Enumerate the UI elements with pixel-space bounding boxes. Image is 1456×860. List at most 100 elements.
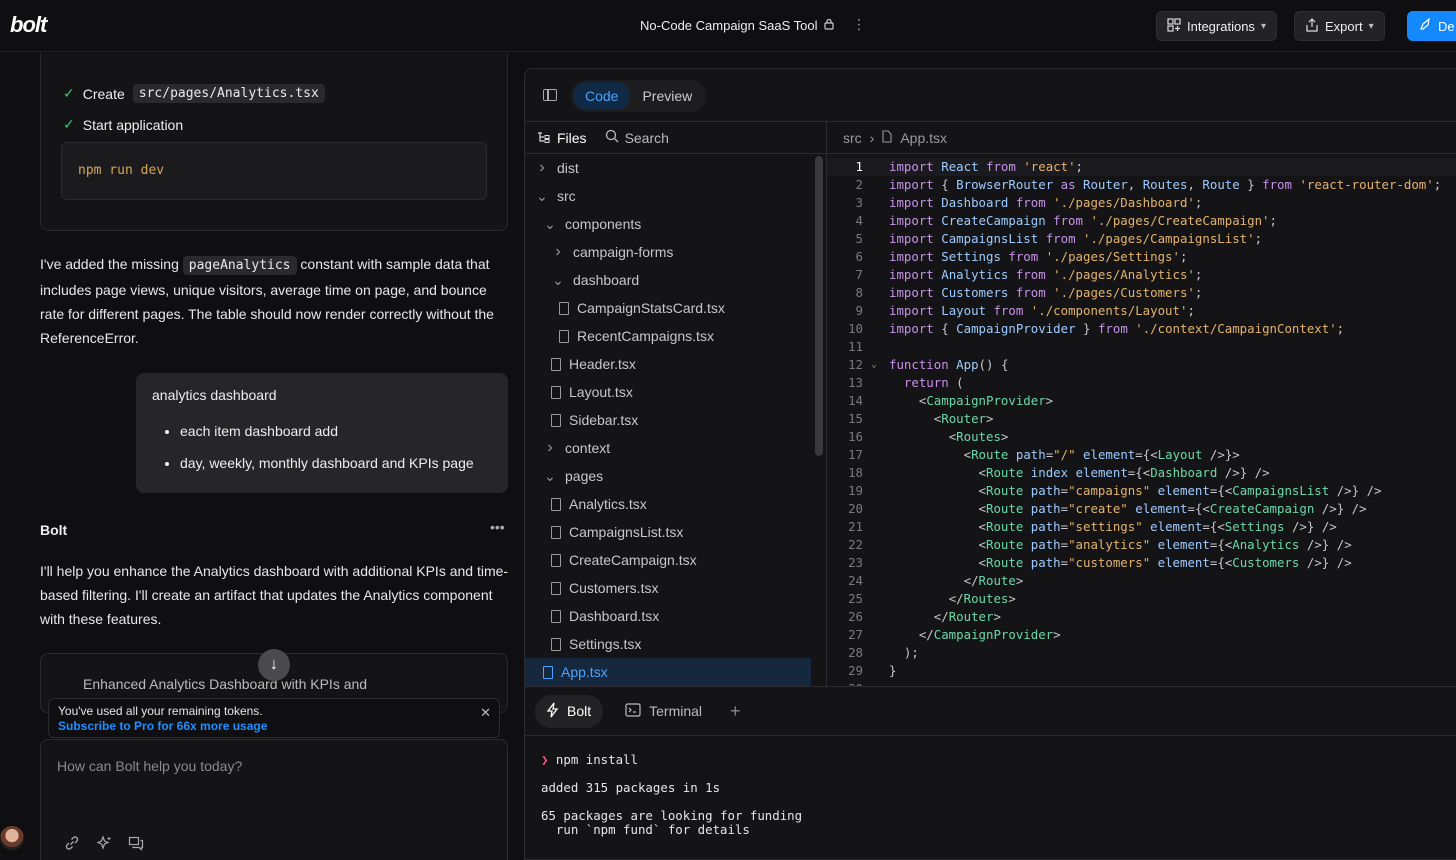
code-line[interactable]: 14 <CampaignProvider> [827,392,1456,410]
line-number: 25 [848,591,863,606]
tree-file[interactable]: Header.tsx [525,350,811,378]
breadcrumb-file[interactable]: App.tsx [900,130,947,146]
deploy-button[interactable]: De [1407,11,1456,41]
tree-file[interactable]: CampaignStatsCard.tsx [525,294,811,322]
line-number: 17 [848,447,863,462]
attach-link-icon[interactable] [63,834,81,852]
chevron-right-icon: › [555,243,561,260]
code-line[interactable]: 15 <Router> [827,410,1456,428]
terminal-icon [625,702,641,720]
tree-item-label: Layout.tsx [569,384,633,400]
chat-input[interactable] [57,758,487,798]
step-file-path: src/pages/Analytics.tsx [132,84,325,103]
tree-file[interactable]: Sidebar.tsx [525,406,811,434]
project-title[interactable]: No-Code Campaign SaaS Tool [640,18,834,33]
breadcrumb-folder[interactable]: src [843,130,862,146]
line-number: 9 [855,303,863,318]
code-editor[interactable]: 1 import React from 'react'; 2 import { Bro… [827,154,1456,686]
code-line[interactable]: 17 <Route path="/" element={<Layout />}> [827,446,1456,464]
code-line[interactable]: 13 return ( [827,374,1456,392]
sidebar-toggle-icon[interactable] [543,89,557,101]
code-text: import React from 'react'; [889,159,1084,174]
tree-file[interactable]: Customers.tsx [525,574,811,602]
scroll-down-button[interactable]: ↓ [258,649,290,681]
tree-file[interactable]: CampaignsList.tsx [525,518,811,546]
code-line[interactable]: 9 import Layout from './components/Layout… [827,302,1456,320]
tree-folder[interactable]: ⌄ src [525,182,811,210]
bolt-logo[interactable]: bolt [10,12,47,38]
tree-item-label: App.tsx [561,664,608,680]
code-text: import Dashboard from './pages/Dashboard… [889,195,1203,210]
tree-item-label: dist [557,160,579,176]
user-message: analytics dashboard each item dashboard … [136,373,508,493]
tree-folder[interactable]: › context [525,434,811,462]
code-line[interactable]: 20 <Route path="create" element={<Create… [827,500,1456,518]
code-line[interactable]: 25 </Routes> [827,590,1456,608]
tab-code[interactable]: Code [573,82,631,110]
code-line[interactable]: 19 <Route path="campaigns" element={<Cam… [827,482,1456,500]
integrations-button[interactable]: Integrations ▾ [1156,11,1277,41]
tree-folder[interactable]: ⌄ dashboard [525,266,811,294]
tree-file[interactable]: RecentCampaigns.tsx [525,322,811,350]
close-icon[interactable]: ✕ [480,705,491,720]
code-line[interactable]: 16 <Routes> [827,428,1456,446]
file-icon [551,413,561,427]
tree-folder[interactable]: › campaign-forms [525,238,811,266]
tree-file[interactable]: App.tsx [525,658,811,686]
code-line[interactable]: 18 <Route index element={<Dashboard />} … [827,464,1456,482]
tree-folder[interactable]: › dist [525,154,811,182]
add-terminal-icon[interactable]: + [730,701,741,722]
code-line[interactable]: 29} [827,662,1456,680]
breadcrumb: src › App.tsx [827,122,1456,154]
tree-scrollbar[interactable] [815,156,823,456]
subscribe-link[interactable]: Subscribe to Pro for 66x more usage [58,719,490,734]
line-number: 24 [848,573,863,588]
project-menu-icon[interactable]: ⋮ [852,16,866,33]
line-number: 4 [855,213,863,228]
workbench: Code Preview Files Search src › App.tsx … [524,68,1456,860]
code-line[interactable]: 3 import Dashboard from './pages/Dashboar… [827,194,1456,212]
line-number: 11 [848,339,863,354]
list-item: day, weekly, monthly dashboard and KPIs … [180,447,492,479]
tab-preview[interactable]: Preview [630,82,704,110]
code-line[interactable]: 28 ); [827,644,1456,662]
code-line[interactable]: 10 import { CampaignProvider } from './co… [827,320,1456,338]
tab-bolt-terminal[interactable]: Bolt [535,694,604,728]
files-tab[interactable]: Files [537,130,587,146]
search-tab[interactable]: Search [605,129,669,146]
export-button[interactable]: Export ▾ [1294,11,1385,41]
code-line[interactable]: 21 <Route path="settings" element={<Sett… [827,518,1456,536]
code-line[interactable]: 24 </Route> [827,572,1456,590]
tree-file[interactable]: Analytics.tsx [525,490,811,518]
code-line[interactable]: 5 import CampaignsList from './pages/Camp… [827,230,1456,248]
enhance-prompt-icon[interactable] [95,834,113,852]
tab-terminal[interactable]: Terminal [613,696,714,727]
code-line[interactable]: 7 import Analytics from './pages/Analytic… [827,266,1456,284]
tree-folder[interactable]: ⌄ pages [525,462,811,490]
line-number: 20 [848,501,863,516]
tree-item-label: Settings.tsx [569,636,642,652]
tree-file[interactable]: Dashboard.tsx [525,602,811,630]
code-line[interactable]: 1 import React from 'react'; [827,158,1456,176]
code-line[interactable]: 6 import Settings from './pages/Settings'… [827,248,1456,266]
code-line[interactable]: 27 </CampaignProvider> [827,626,1456,644]
code-line[interactable]: 4 import CreateCampaign from './pages/Cre… [827,212,1456,230]
tree-item-label: RecentCampaigns.tsx [577,328,714,344]
tree-file[interactable]: Layout.tsx [525,378,811,406]
tree-file[interactable]: CreateCampaign.tsx [525,546,811,574]
code-line[interactable]: 12 ⌄ function App() { [827,356,1456,374]
more-options-icon[interactable]: ••• [490,519,505,535]
code-line[interactable]: 8 import Customers from './pages/Customer… [827,284,1456,302]
terminal-output[interactable]: ❯ npm install added 315 packages in 1s 6… [541,753,802,837]
code-line[interactable]: 23 <Route path="customers" element={<Cus… [827,554,1456,572]
avatar[interactable] [0,826,24,850]
code-line[interactable]: 26 </Router> [827,608,1456,626]
discuss-icon[interactable] [127,834,145,852]
tree-folder[interactable]: ⌄ components [525,210,811,238]
code-line[interactable]: 22 <Route path="analytics" element={<Ana… [827,536,1456,554]
code-line[interactable]: 11 [827,338,1456,356]
tree-file[interactable]: Settings.tsx [525,630,811,658]
fold-chevron-icon[interactable]: ⌄ [871,356,877,374]
code-line[interactable]: 2 import { BrowserRouter as Router, Route… [827,176,1456,194]
code-text: import Analytics from './pages/Analytics… [889,267,1203,282]
